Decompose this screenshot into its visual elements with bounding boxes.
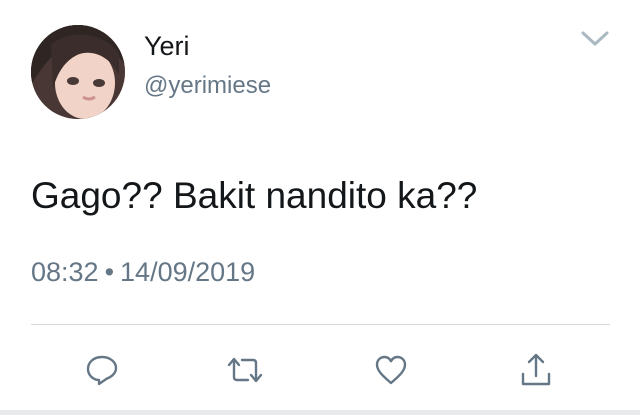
meta-separator: • (104, 257, 115, 287)
avatar[interactable] (31, 25, 125, 119)
share-button[interactable] (511, 345, 561, 395)
share-icon (521, 353, 551, 386)
tweet-text: Gago?? Bakit nandito ka?? (31, 175, 478, 216)
avatar-image (31, 25, 125, 119)
bottom-border (0, 410, 640, 415)
heart-icon (375, 355, 407, 385)
chevron-down-icon[interactable] (580, 28, 610, 50)
tweet-time: 08:32 (31, 257, 99, 287)
tweet-timestamp[interactable]: 08:32 • 14/09/2019 (31, 255, 255, 289)
display-name[interactable]: Yeri (144, 30, 190, 62)
reply-button[interactable] (77, 345, 127, 395)
tweet-date: 14/09/2019 (120, 257, 256, 287)
like-button[interactable] (366, 345, 416, 395)
divider (31, 324, 610, 325)
user-handle[interactable]: @yerimiese (144, 72, 271, 100)
reply-icon (86, 355, 118, 386)
retweet-icon (227, 357, 263, 383)
action-bar (0, 345, 640, 395)
tweet-card: Yeri @yerimiese Gago?? Bakit nandito ka?… (0, 0, 640, 415)
retweet-button[interactable] (220, 345, 270, 395)
